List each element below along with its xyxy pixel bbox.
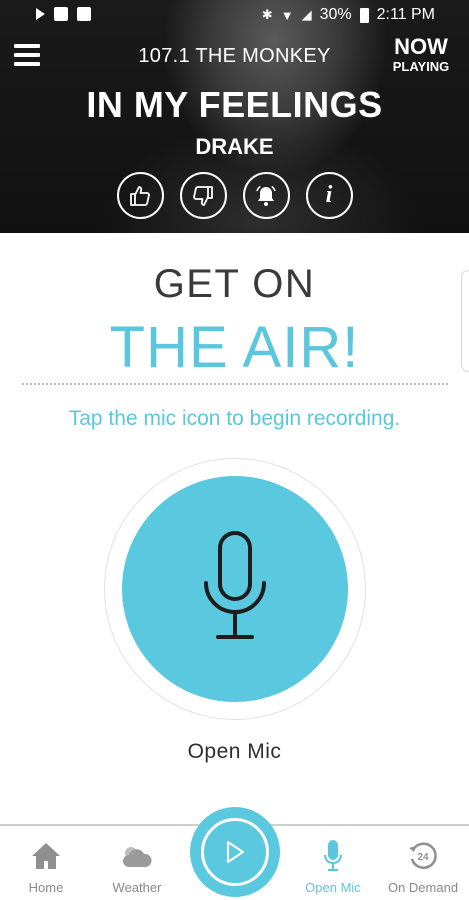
help-notification-icon	[54, 7, 68, 21]
recording-instruction: Tap the mic icon to begin recording.	[68, 407, 401, 430]
weather-icon	[123, 847, 152, 867]
on-demand-icon: 24	[409, 842, 437, 869]
status-indicators: ✱ ▼ ◢ 30% 2:11 PM	[262, 6, 435, 24]
thumbs-up-icon	[130, 185, 150, 206]
now-playing-header: ✱ ▼ ◢ 30% 2:11 PM 107.1 THE MONKEY NOW P…	[0, 0, 469, 233]
battery-percent: 30%	[319, 6, 352, 23]
nav-item-open-mic[interactable]: Open Mic	[293, 840, 373, 895]
thumbs-down-icon	[193, 185, 213, 206]
nav-label-home: Home	[28, 880, 64, 895]
nav-item-on-demand[interactable]: 24 On Demand	[383, 840, 463, 895]
info-icon: i	[325, 182, 333, 208]
on-demand-badge: 24	[417, 852, 429, 863]
nav-label-open-mic: Open Mic	[305, 880, 361, 895]
open-mic-label: Open Mic	[187, 740, 282, 763]
microphone-icon	[204, 531, 266, 639]
record-mic-button[interactable]	[122, 476, 348, 702]
home-icon	[32, 843, 60, 869]
nav-item-weather[interactable]: Weather	[97, 840, 177, 895]
play-icon	[226, 840, 245, 864]
dotted-divider	[22, 383, 448, 385]
status-time: 2:11 PM	[376, 6, 435, 23]
now-playing-button[interactable]: NOW PLAYING	[387, 34, 455, 74]
image-notification-icon	[77, 7, 91, 21]
signal-icon: ◢	[301, 7, 312, 22]
battery-icon	[359, 7, 369, 23]
headline-get-on: GET ON	[153, 262, 316, 306]
thumbs-down-button[interactable]	[179, 172, 227, 219]
alert-button[interactable]	[242, 172, 290, 219]
bluetooth-icon: ✱	[261, 7, 273, 22]
track-actions: i	[0, 172, 469, 219]
status-bar: ✱ ▼ ◢ 30% 2:11 PM	[0, 0, 469, 32]
nav-label-weather: Weather	[112, 880, 162, 895]
media-play-status-icon	[36, 8, 45, 20]
bell-icon	[256, 185, 276, 206]
headline-the-air: THE AIR!	[109, 315, 360, 380]
info-button[interactable]: i	[305, 172, 353, 219]
play-button[interactable]	[190, 807, 280, 897]
wifi-icon: ▼	[280, 7, 294, 23]
nav-item-home[interactable]: Home	[6, 840, 86, 895]
play-button-inner	[201, 818, 269, 886]
status-notifications	[36, 7, 91, 21]
mic-icon	[324, 840, 342, 871]
nav-label-on-demand: On Demand	[387, 880, 459, 895]
thumbs-up-button[interactable]	[116, 172, 164, 219]
artist-name: DRAKE	[195, 134, 274, 159]
song-title: IN MY FEELINGS	[86, 84, 383, 125]
now-playing-label-bottom: PLAYING	[392, 59, 450, 74]
now-playing-label-top: NOW	[394, 34, 448, 59]
